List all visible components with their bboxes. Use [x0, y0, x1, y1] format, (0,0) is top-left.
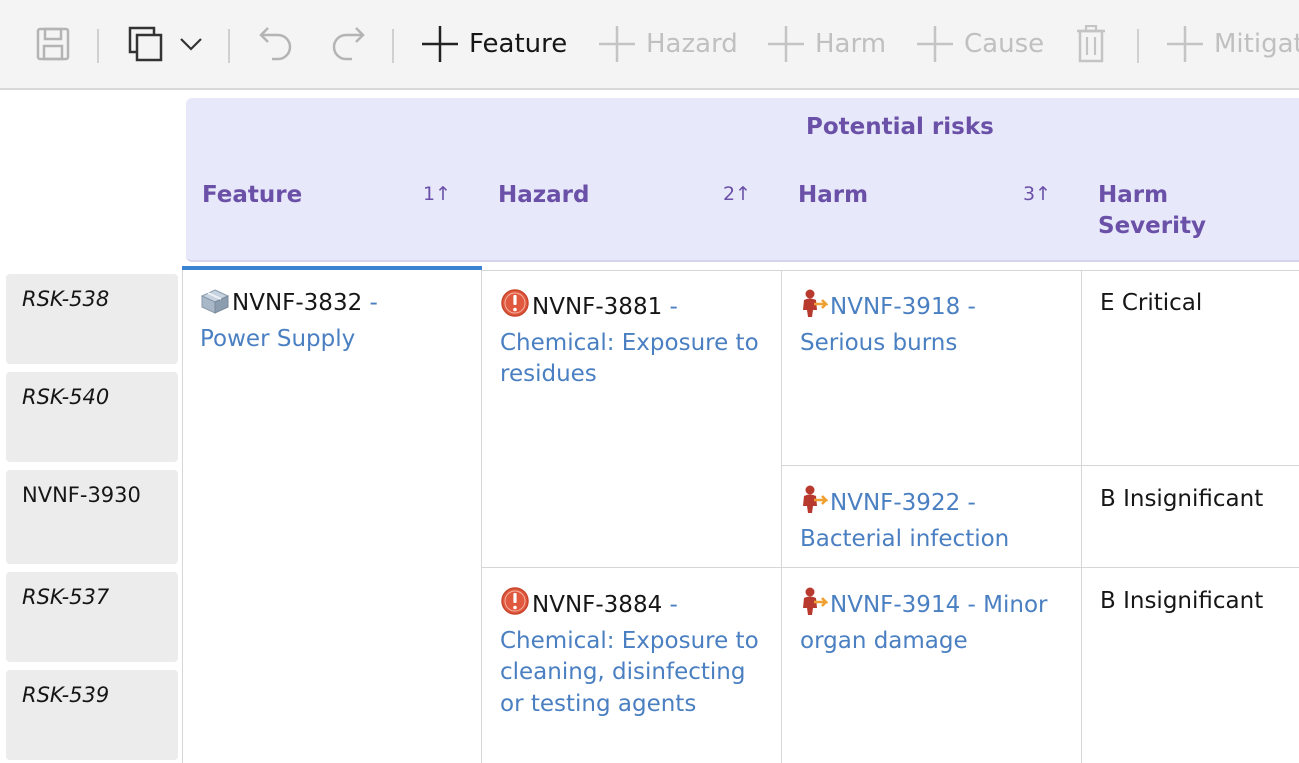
chevron-down-icon [180, 38, 202, 51]
hazard-name-link[interactable]: or testing agents [500, 691, 696, 717]
hazard-id[interactable]: NVNF-3881 [532, 294, 662, 320]
harm-severity-cell[interactable]: E Critical [1100, 288, 1295, 320]
harm-cell[interactable]: NVNF-3918 - Serious burns [800, 288, 1075, 359]
plus-icon [1167, 26, 1203, 62]
harm-person-icon [800, 288, 830, 328]
row-header-rsk-540[interactable]: RSK-540 [6, 372, 178, 462]
harm-person-icon [800, 586, 830, 626]
trash-icon [1077, 25, 1105, 63]
hazard-name-link[interactable]: Chemical: Exposure to [500, 330, 759, 356]
hazard-name-link[interactable]: Chemical: Exposure to [500, 628, 759, 654]
delete-button[interactable] [1076, 0, 1106, 88]
feature-id[interactable]: NVNF-3832 [232, 290, 362, 316]
hazard-name-link[interactable]: cleaning, disinfecting [500, 659, 745, 685]
column-header-harm[interactable]: Harm [798, 180, 868, 211]
harm-severity-cell[interactable]: B Insignificant [1100, 586, 1295, 618]
plus-icon [768, 26, 804, 62]
plus-icon [422, 26, 458, 62]
save-button[interactable] [36, 0, 70, 88]
row-header-rsk-539[interactable]: RSK-539 [6, 670, 178, 760]
add-mitigation-label: Mitigat [1214, 29, 1299, 59]
toolbar-separator [228, 29, 230, 63]
row-header-rsk-538[interactable]: RSK-538 [6, 274, 178, 364]
feature-cell[interactable]: NVNF-3832 - Power Supply [200, 288, 475, 355]
harm-name-link[interactable]: Serious burns [800, 330, 957, 356]
harm-person-icon [800, 484, 830, 524]
undo-icon [259, 27, 292, 61]
hazard-warning-icon [500, 586, 530, 626]
grid-line [1081, 270, 1082, 763]
toolbar-separator [1137, 29, 1139, 63]
feature-cube-icon [200, 288, 230, 324]
toolbar-separator [97, 29, 99, 63]
copy-button[interactable] [128, 0, 164, 88]
sort-indicator-hazard[interactable]: 2↑ [723, 183, 751, 205]
harm-separator: - Minor [960, 592, 1048, 618]
add-mitigation-button[interactable]: Mitigat [1166, 0, 1299, 88]
hazard-cell[interactable]: NVNF-3881 - Chemical: Exposure to residu… [500, 288, 775, 391]
harm-severity-cell[interactable]: B Insignificant [1100, 484, 1295, 516]
toolbar: Feature Hazard Harm Cause Mitigat [0, 0, 1299, 90]
hazard-cell[interactable]: NVNF-3884 - Chemical: Exposure to cleani… [500, 586, 775, 720]
harm-separator: - [960, 294, 976, 320]
hazard-name-link[interactable]: residues [500, 361, 597, 387]
add-hazard-button[interactable]: Hazard [598, 0, 738, 88]
copy-dropdown-button[interactable] [178, 0, 204, 88]
harm-id-link[interactable]: NVNF-3918 [830, 294, 960, 320]
harm-id-link[interactable]: NVNF-3922 [830, 490, 960, 516]
redo-button[interactable] [330, 0, 366, 88]
save-icon [36, 27, 70, 61]
grid-line [782, 465, 1299, 466]
feature-name-link[interactable]: Power Supply [200, 326, 355, 352]
hazard-separator: - [662, 592, 678, 618]
redo-icon [332, 27, 365, 61]
add-harm-button[interactable]: Harm [767, 0, 886, 88]
sort-indicator-feature[interactable]: 1↑ [423, 183, 451, 205]
plus-icon [599, 26, 635, 62]
harm-name-link[interactable]: Bacterial infection [800, 526, 1009, 552]
column-header-hazard[interactable]: Hazard [498, 180, 589, 211]
hazard-warning-icon [500, 288, 530, 328]
hazard-id[interactable]: NVNF-3884 [532, 592, 662, 618]
harm-separator: - [960, 490, 976, 516]
row-header-rsk-537[interactable]: RSK-537 [6, 572, 178, 662]
grid-line [482, 270, 1299, 271]
plus-icon [917, 26, 953, 62]
grid-line [781, 270, 782, 763]
add-cause-button[interactable]: Cause [916, 0, 1044, 88]
undo-button[interactable] [258, 0, 294, 88]
grid-line [182, 270, 183, 763]
row-header-nvnf-3930[interactable]: NVNF-3930 [6, 470, 178, 564]
hazard-separator: - [662, 294, 678, 320]
feature-separator: - [362, 290, 378, 316]
add-cause-label: Cause [964, 29, 1045, 59]
toolbar-separator [392, 29, 394, 63]
grid-line [481, 270, 482, 763]
harm-name-link[interactable]: organ damage [800, 628, 968, 654]
column-header-feature[interactable]: Feature [202, 180, 302, 211]
add-feature-button[interactable]: Feature [421, 0, 567, 88]
harm-id-link[interactable]: NVNF-3914 [830, 592, 960, 618]
harm-cell[interactable]: NVNF-3914 - Minor organ damage [800, 586, 1075, 657]
harm-cell[interactable]: NVNF-3922 - Bacterial infection [800, 484, 1075, 555]
grid-line [482, 567, 1299, 568]
sort-indicator-harm[interactable]: 3↑ [1023, 183, 1051, 205]
add-hazard-label: Hazard [646, 29, 738, 59]
column-header-harm-severity[interactable]: Harm Severity [1098, 180, 1208, 242]
copy-icon [128, 26, 163, 62]
add-harm-label: Harm [815, 29, 887, 59]
potential-risks-group-title: Potential risks [806, 114, 994, 140]
add-feature-label: Feature [469, 29, 568, 59]
selected-column-indicator [182, 266, 482, 270]
